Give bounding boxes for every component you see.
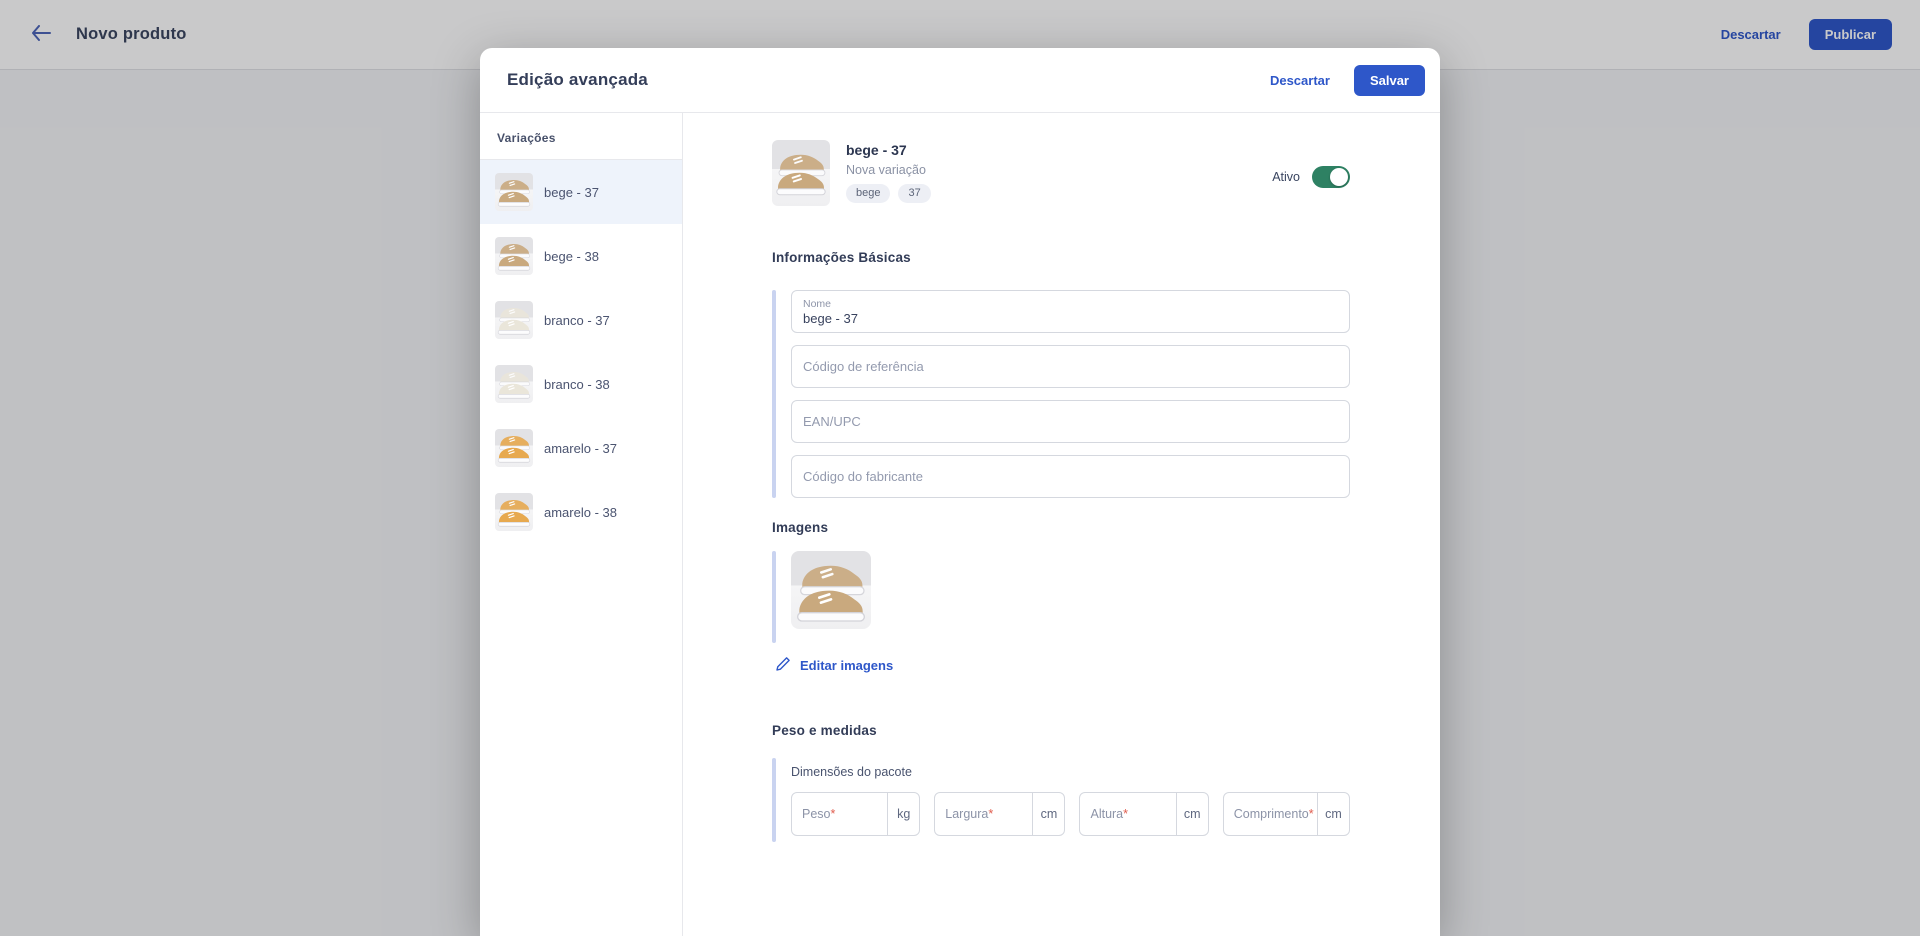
variation-image: [772, 140, 830, 206]
active-label: Ativo: [1272, 170, 1300, 184]
variation-item-branco-37[interactable]: branco - 37: [480, 288, 682, 352]
variation-item-label: branco - 38: [544, 377, 610, 392]
height-input[interactable]: [1080, 793, 1175, 835]
modal-discard-button[interactable]: Descartar: [1260, 65, 1340, 96]
section-title-weight: Peso e medidas: [772, 723, 1350, 738]
chip-color: bege: [846, 184, 890, 203]
variations-panel: Variações bege - 37 bege - 38 branco - 3…: [480, 113, 683, 936]
width-input[interactable]: [935, 793, 1032, 835]
section-title-images: Imagens: [772, 520, 1350, 535]
manufacturer-code-field: [791, 455, 1350, 498]
toggle-knob: [1330, 168, 1348, 186]
reference-code-input[interactable]: [803, 359, 1338, 374]
length-input[interactable]: [1224, 793, 1317, 835]
width-field: Largura* cm: [934, 792, 1065, 836]
section-title-basic-info: Informações Básicas: [772, 250, 1350, 265]
modal-header: Edição avançada Descartar Salvar: [480, 48, 1440, 113]
variation-detail-panel: bege - 37 Nova variação bege 37 Ativo In…: [683, 113, 1440, 936]
variation-title: bege - 37: [846, 142, 931, 158]
variation-item-amarelo-37[interactable]: amarelo - 37: [480, 416, 682, 480]
variation-thumbnail: [495, 173, 533, 211]
variation-item-branco-38[interactable]: branco - 38: [480, 352, 682, 416]
variation-thumbnail: [495, 237, 533, 275]
variation-item-label: amarelo - 37: [544, 441, 617, 456]
chip-size: 37: [898, 184, 930, 203]
variation-item-bege-38[interactable]: bege - 38: [480, 224, 682, 288]
weight-unit-label: kg: [887, 793, 919, 835]
height-field: Altura* cm: [1079, 792, 1208, 836]
weight-input[interactable]: [792, 793, 887, 835]
variation-item-label: amarelo - 38: [544, 505, 617, 520]
images-group: [772, 551, 1350, 643]
variation-subtitle: Nova variação: [846, 163, 931, 177]
modal-title: Edição avançada: [507, 70, 1260, 90]
variation-item-bege-37[interactable]: bege - 37: [480, 160, 682, 224]
height-unit-label: cm: [1176, 793, 1208, 835]
name-field-label: Nome: [803, 298, 1338, 311]
variation-thumbnail: [495, 301, 533, 339]
edit-images-link[interactable]: Editar imagens: [775, 656, 893, 675]
active-toggle[interactable]: [1312, 166, 1350, 188]
variation-thumbnail: [495, 429, 533, 467]
variation-header: bege - 37 Nova variação bege 37 Ativo: [772, 140, 1350, 206]
length-unit-label: cm: [1317, 793, 1349, 835]
ean-upc-input[interactable]: [803, 414, 1338, 429]
variation-thumbnail: [495, 493, 533, 531]
manufacturer-code-input[interactable]: [803, 469, 1338, 484]
width-unit-label: cm: [1032, 793, 1064, 835]
reference-code-field: [791, 345, 1350, 388]
variations-title: Variações: [480, 113, 682, 160]
name-field: Nome: [791, 290, 1350, 333]
name-input[interactable]: [803, 311, 1338, 326]
product-image[interactable]: [791, 551, 871, 629]
variation-item-amarelo-38[interactable]: amarelo - 38: [480, 480, 682, 544]
variation-item-label: bege - 38: [544, 249, 599, 264]
variation-item-label: bege - 37: [544, 185, 599, 200]
pencil-icon: [775, 656, 791, 675]
basic-info-group: Nome: [772, 290, 1350, 498]
modal-save-button[interactable]: Salvar: [1354, 65, 1425, 96]
package-dimensions-label: Dimensões do pacote: [791, 765, 1350, 779]
variation-item-label: branco - 37: [544, 313, 610, 328]
weight-field: Peso* kg: [791, 792, 920, 836]
weight-group: Dimensões do pacote Peso* kg Largura*: [772, 758, 1350, 842]
ean-upc-field: [791, 400, 1350, 443]
advanced-edit-dialog: Edição avançada Descartar Salvar Variaçõ…: [480, 48, 1440, 936]
length-field: Comprimento* cm: [1223, 792, 1350, 836]
variation-thumbnail: [495, 365, 533, 403]
